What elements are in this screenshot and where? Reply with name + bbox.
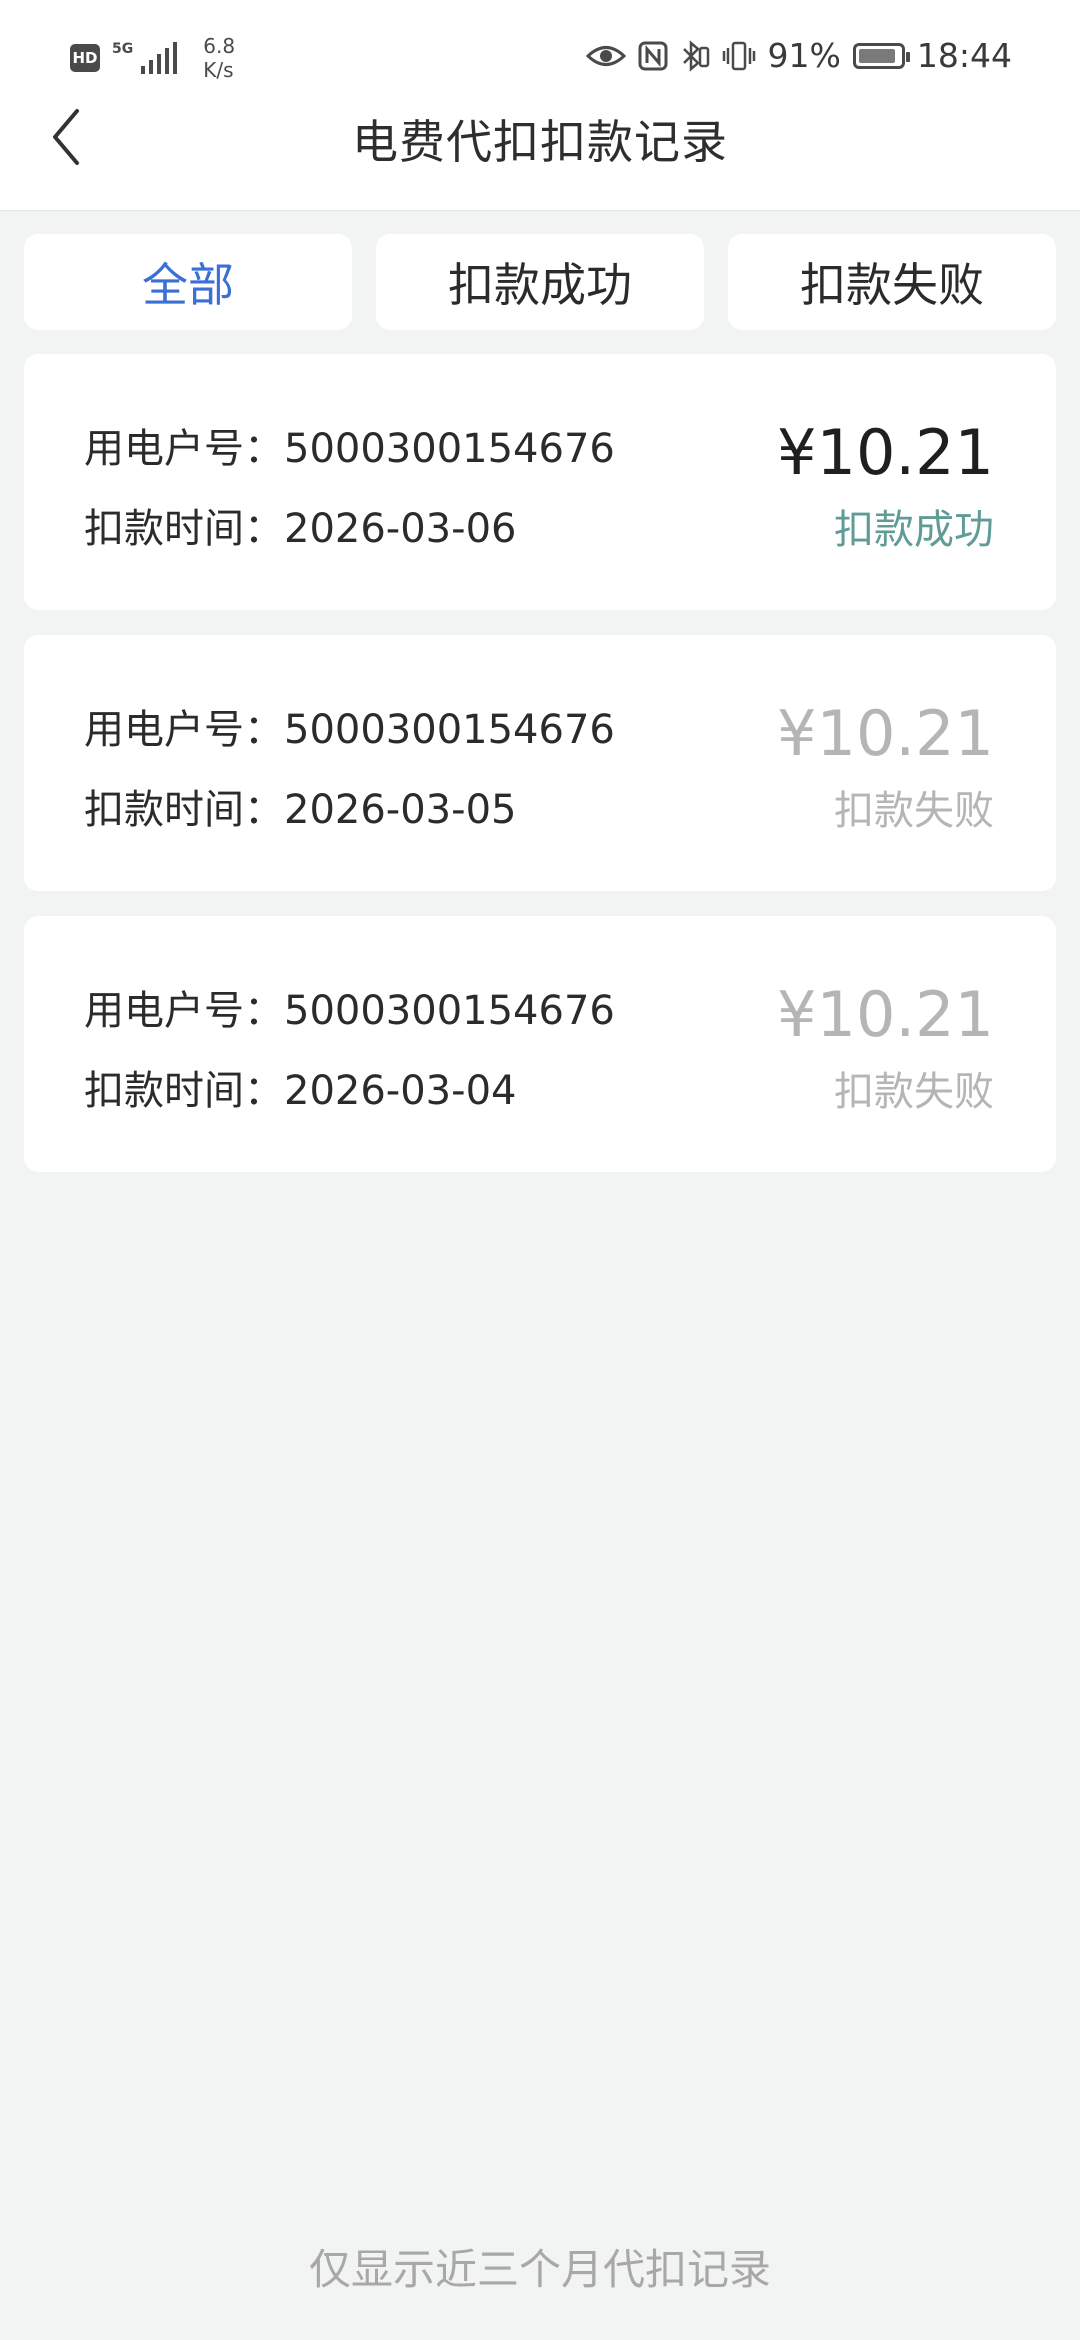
tab-success[interactable]: 扣款成功 (376, 234, 704, 330)
account-number: 5000300154676 (284, 426, 615, 472)
top-bar: HD 5G 6.8 K/s 91% 18:44 电费代扣扣款记录 (0, 0, 1080, 211)
status-text: 扣款失败 (834, 788, 994, 834)
battery-icon (852, 42, 910, 69)
deduction-date: 2026-03-05 (284, 787, 517, 833)
amount: ¥10.21 (777, 697, 994, 770)
deduction-date: 2026-03-06 (284, 506, 517, 552)
filter-tabs: 全部 扣款成功 扣款失败 (24, 234, 1056, 330)
battery-fill (858, 48, 895, 63)
time-line: 扣款时间：2026-03-06 (84, 496, 516, 554)
status-bar-right: 91% 18:44 (585, 36, 1012, 75)
time-line: 扣款时间：2026-03-04 (84, 1058, 516, 1116)
nfc-icon (638, 41, 668, 71)
tab-all[interactable]: 全部 (24, 234, 352, 330)
net-speed-unit: K/s (203, 58, 234, 82)
vibrate-icon (722, 40, 756, 72)
status-bar: HD 5G 6.8 K/s 91% 18:44 (0, 0, 1080, 100)
account-label: 用电户号： (84, 707, 284, 753)
deduction-date: 2026-03-04 (284, 1068, 517, 1114)
status-bar-left: HD 5G 6.8 K/s (70, 34, 235, 82)
time-label: 扣款时间： (84, 506, 284, 552)
time-label: 扣款时间： (84, 1068, 284, 1114)
account-number: 5000300154676 (284, 988, 615, 1034)
time-line: 扣款时间：2026-03-05 (84, 777, 516, 835)
signal-icon: 5G (112, 41, 178, 74)
record-card[interactable]: 用电户号：5000300154676 扣款时间：2026-03-04 ¥10.2… (24, 916, 1056, 1172)
eye-icon (585, 43, 626, 69)
battery-percent: 91% (767, 36, 841, 75)
page-title: 电费代扣扣款记录 (352, 115, 728, 169)
time-label: 扣款时间： (84, 787, 284, 833)
account-line: 用电户号：5000300154676 (84, 416, 615, 474)
bluetooth-icon (680, 39, 710, 72)
record-card[interactable]: 用电户号：5000300154676 扣款时间：2026-03-05 ¥10.2… (24, 635, 1056, 891)
tab-failed[interactable]: 扣款失败 (728, 234, 1056, 330)
nav-bar: 电费代扣扣款记录 (0, 100, 1080, 210)
status-time: 18:44 (916, 36, 1012, 75)
status-text: 扣款失败 (834, 1069, 994, 1115)
account-label: 用电户号： (84, 426, 284, 472)
account-number: 5000300154676 (284, 707, 615, 753)
record-list: 用电户号：5000300154676 扣款时间：2026-03-06 ¥10.2… (24, 354, 1056, 1197)
network-type-label: 5G (112, 41, 134, 57)
net-speed-value: 6.8 (203, 34, 236, 58)
status-text: 扣款成功 (834, 507, 994, 553)
hd-badge: HD (70, 44, 100, 72)
net-speed: 6.8 K/s (203, 34, 235, 82)
amount: ¥10.21 (777, 978, 994, 1051)
footer-note: 仅显示近三个月代扣记录 (308, 2245, 771, 2294)
account-label: 用电户号： (84, 988, 284, 1034)
record-card[interactable]: 用电户号：5000300154676 扣款时间：2026-03-06 ¥10.2… (24, 354, 1056, 610)
account-line: 用电户号：5000300154676 (84, 978, 615, 1036)
amount: ¥10.21 (777, 416, 994, 489)
account-line: 用电户号：5000300154676 (84, 697, 615, 755)
